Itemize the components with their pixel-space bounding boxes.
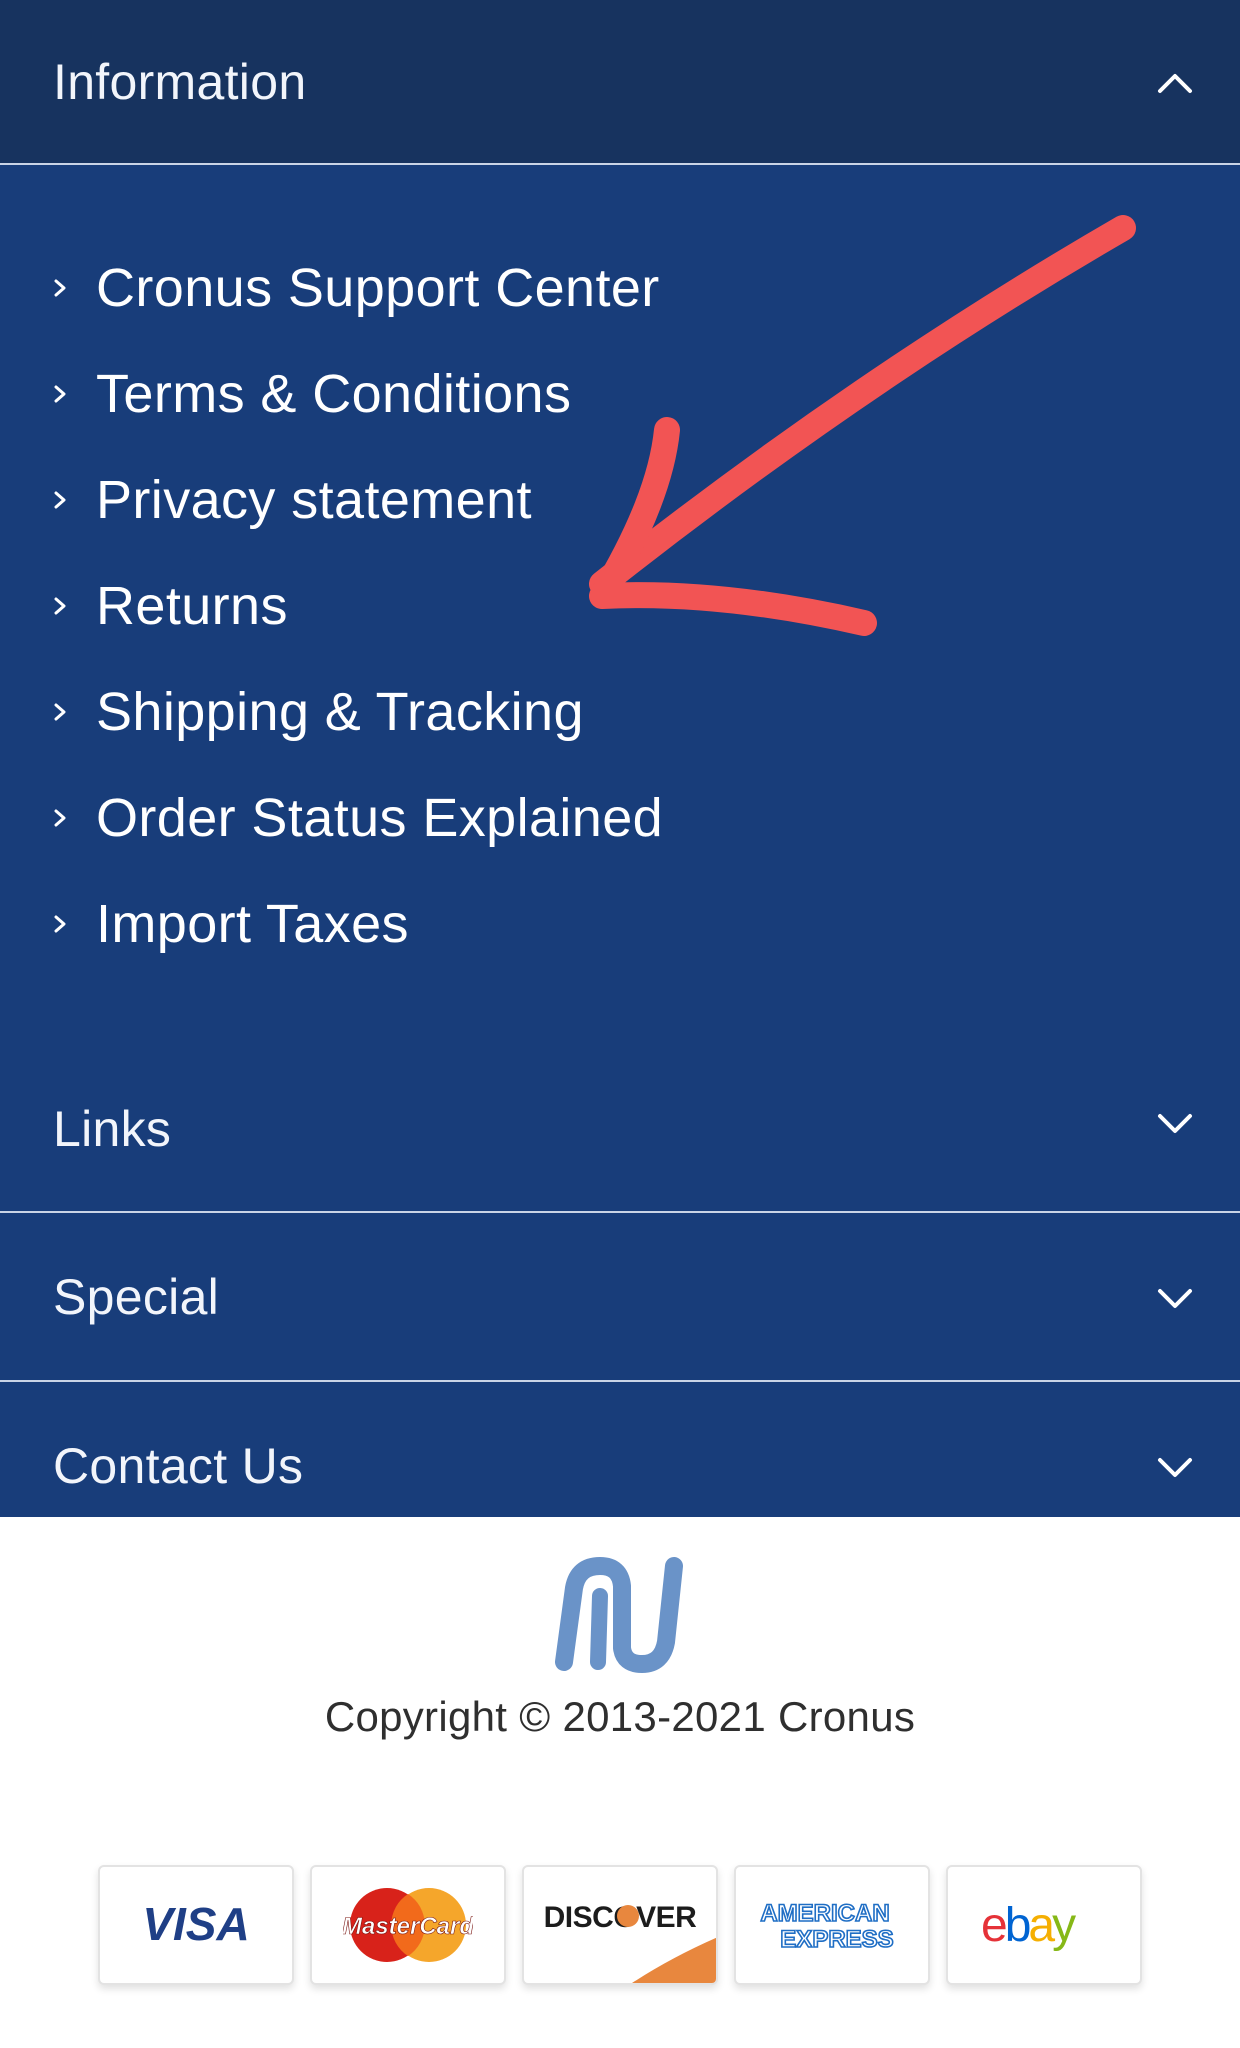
ebay-logo-icon: ebay: [981, 1899, 1079, 1952]
ebay-letter-e: e: [981, 1899, 1006, 1952]
information-link-label: Shipping & Tracking: [96, 682, 584, 742]
special-section-title: Special: [53, 1268, 220, 1325]
information-link-label: Privacy statement: [96, 470, 532, 530]
svg-text:ebay: ebay: [981, 1899, 1076, 1952]
chevron-right-icon: [54, 915, 66, 933]
cronus-logo-icon: [555, 1557, 683, 1673]
information-link-label: Cronus Support Center: [96, 258, 660, 318]
payment-methods: VISA MasterCard DISCOVER AMERICAN EXPRES…: [98, 1865, 1142, 1985]
information-links-list: Cronus Support Center Terms & Conditions…: [0, 165, 1240, 1033]
chevron-right-icon: [54, 597, 66, 615]
chevron-right-icon: [54, 491, 66, 509]
visa-text: VISA: [142, 1898, 249, 1950]
amex-text-line2: EXPRESS: [780, 1926, 893, 1953]
chevron-right-icon: [54, 385, 66, 403]
american-express-logo-icon: AMERICAN EXPRESS: [760, 1899, 895, 1954]
chevron-down-icon: [1158, 1457, 1192, 1477]
copyright-text: Copyright © 2013-2021 Cronus: [324, 1693, 916, 1740]
links-section-header[interactable]: Links: [0, 1033, 1240, 1211]
discover-badge: DISCOVER: [522, 1865, 718, 1985]
links-section-title: Links: [53, 1101, 172, 1157]
chevron-right-icon: [54, 809, 66, 827]
information-link[interactable]: Cronus Support Center: [0, 235, 1240, 341]
ebay-letter-b: b: [1005, 1899, 1030, 1952]
ebay-letter-y: y: [1052, 1899, 1076, 1952]
information-link-label: Terms & Conditions: [96, 364, 572, 424]
visa-badge: VISA: [98, 1865, 294, 1985]
information-link[interactable]: Order Status Explained: [0, 765, 1240, 871]
chevron-up-icon: [1158, 73, 1192, 93]
information-link[interactable]: Import Taxes: [0, 871, 1240, 977]
amex-text-line1: AMERICAN: [760, 1900, 889, 1927]
mastercard-text: MasterCard: [343, 1913, 473, 1940]
chevron-down-icon: [1158, 1288, 1192, 1308]
ebay-badge: ebay: [946, 1865, 1142, 1985]
information-link-label: Returns: [96, 576, 288, 636]
information-link-label: Import Taxes: [96, 894, 409, 954]
information-section-header[interactable]: Information: [0, 0, 1240, 163]
mastercard-badge: MasterCard: [310, 1865, 506, 1985]
contact-us-section-title: Contact Us: [53, 1437, 304, 1494]
discover-logo-icon: DISCOVER: [544, 1901, 716, 1983]
chevron-right-icon: [54, 703, 66, 721]
special-section-header[interactable]: Special: [0, 1213, 1240, 1380]
information-link[interactable]: Privacy statement: [0, 447, 1240, 553]
visa-logo-icon: VISA: [142, 1898, 249, 1950]
american-express-badge: AMERICAN EXPRESS: [734, 1865, 930, 1985]
footer-navigation: Information Cronus Support Center Terms …: [0, 0, 1240, 1549]
information-link[interactable]: Returns: [0, 553, 1240, 659]
mastercard-logo-icon: MasterCard: [343, 1888, 473, 1962]
information-link[interactable]: Shipping & Tracking: [0, 659, 1240, 765]
chevron-right-icon: [54, 279, 66, 297]
information-link-label: Order Status Explained: [96, 788, 664, 848]
information-link[interactable]: Terms & Conditions: [0, 341, 1240, 447]
information-section-title: Information: [53, 53, 307, 110]
chevron-down-icon: [1158, 1114, 1192, 1133]
